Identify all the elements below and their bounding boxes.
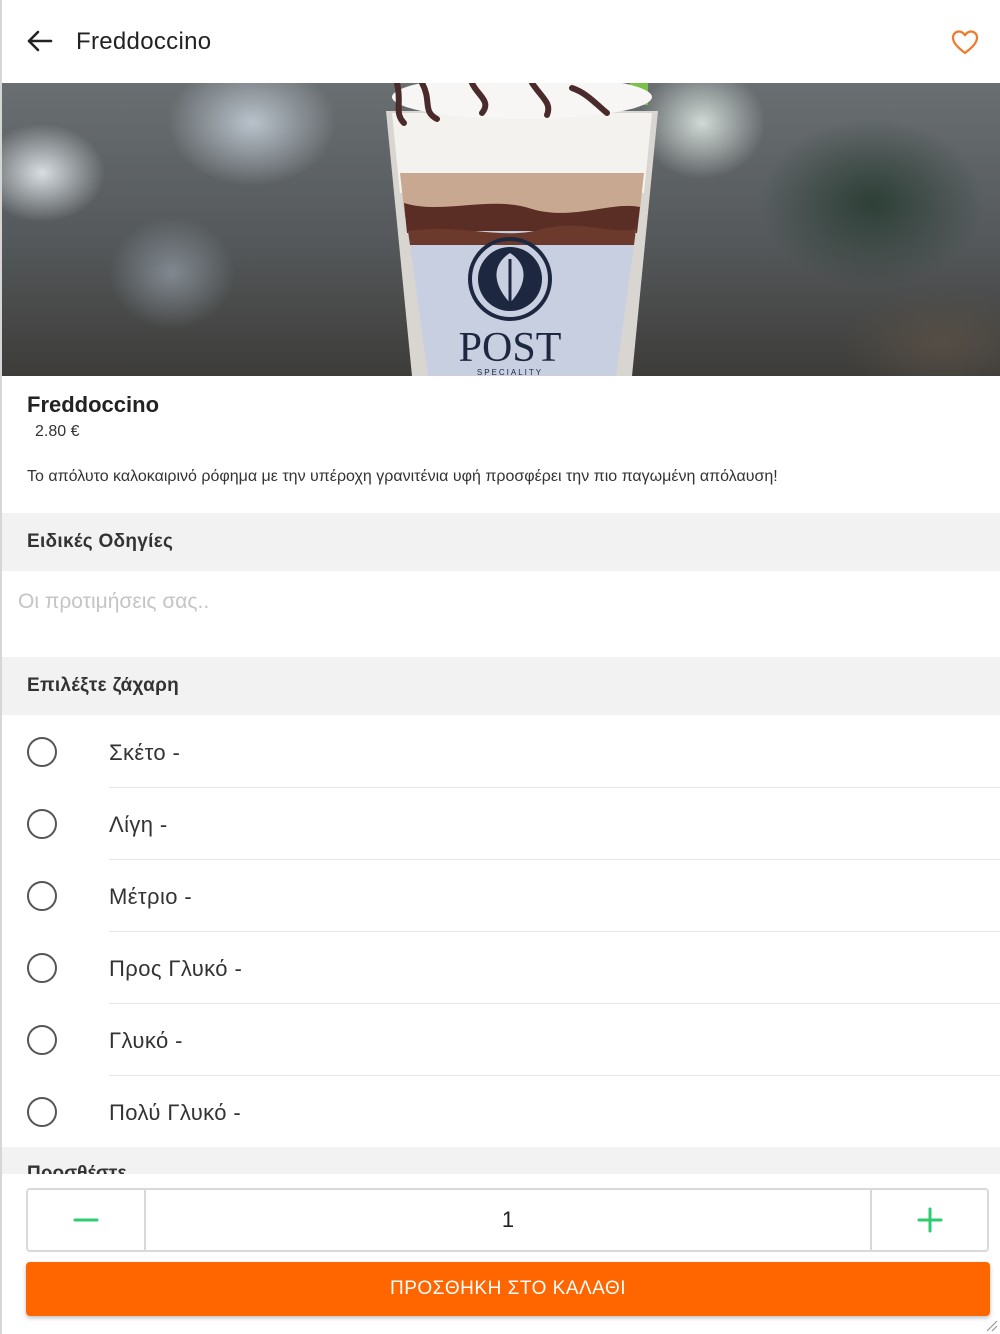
page-title: Freddoccino [76,28,212,55]
minus-icon [73,1218,99,1222]
bottom-action-panel: 1 ΠΡΟΣΘΗΚΗ ΣΤΟ ΚΑΛΑΘΙ [2,1174,1000,1334]
increase-quantity-button[interactable] [870,1190,987,1250]
product-name: Freddoccino [27,392,160,417]
option-label: Λίγη - [109,812,168,837]
option-label: Προς Γλυκό - [109,956,243,981]
back-button[interactable] [22,24,56,58]
sugar-option[interactable]: Γλυκό - [2,1004,1000,1076]
option-label: Σκέτο - [109,740,181,765]
plus-icon [917,1207,942,1233]
sugar-option[interactable]: Προς Γλυκό - [2,932,1000,1004]
sugar-section-header: Επιλέξτε ζάχαρη [2,657,1000,715]
option-label: Γλυκό - [109,1028,183,1053]
product-image: POST SPECIALITY [2,83,1000,376]
product-description: Το απόλυτο καλοκαιρινό ρόφημα με την υπέ… [27,468,778,485]
quantity-value: 1 [501,1207,515,1232]
cup-brand-subtext: SPECIALITY [477,368,543,376]
sugar-option[interactable]: Σκέτο - [2,716,1000,788]
cup-brand-text: POST [459,325,562,371]
product-screen: Freddoccino POST SPECIALITY Freddoccino … [0,0,1000,1334]
favorite-button[interactable] [948,25,982,59]
option-label: Μέτριο - [109,884,193,909]
radio-button[interactable] [27,809,57,839]
radio-button[interactable] [27,1025,57,1055]
section-title: Επιλέξτε ζάχαρη [27,675,180,696]
radio-button[interactable] [27,737,57,767]
decrease-quantity-button[interactable] [28,1190,146,1250]
add-to-cart-button[interactable]: ΠΡΟΣΘΗΚΗ ΣΤΟ ΚΑΛΑΘΙ [26,1262,990,1316]
radio-button[interactable] [27,881,57,911]
app-header: Freddoccino [2,0,1000,83]
sugar-option[interactable]: Λίγη - [2,788,1000,860]
section-title: Ειδικές Οδηγίες [27,531,174,552]
arrow-left-icon [27,30,53,52]
special-instructions-header: Ειδικές Οδηγίες [2,513,1000,571]
heart-outline-icon [951,30,979,55]
special-instructions-input[interactable] [2,571,1000,656]
quantity-stepper: 1 [26,1188,989,1252]
sugar-option[interactable]: Πολύ Γλυκό - [2,1076,1000,1148]
radio-button[interactable] [27,1097,57,1127]
product-price: 2.80 € [35,423,80,440]
resize-grip-icon [986,1320,998,1332]
drink-cup-illustration: POST SPECIALITY [386,83,658,376]
radio-button[interactable] [27,953,57,983]
option-label: Πολύ Γλυκό - [109,1100,242,1125]
sugar-option[interactable]: Μέτριο - [2,860,1000,932]
